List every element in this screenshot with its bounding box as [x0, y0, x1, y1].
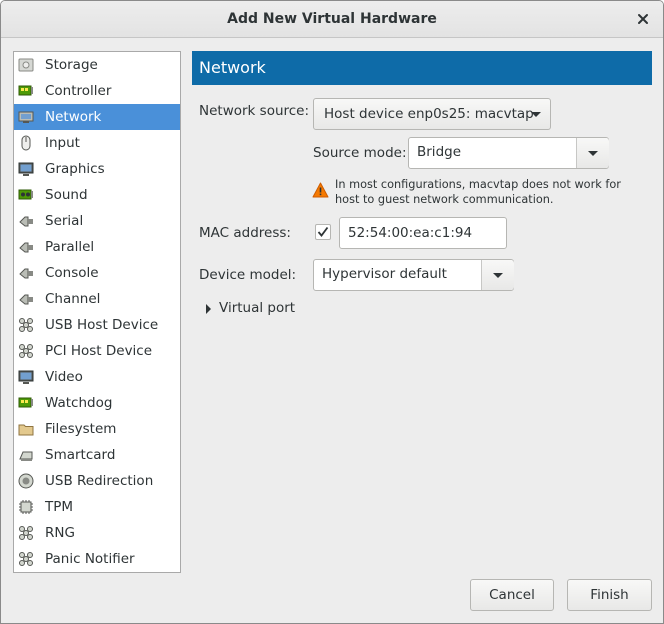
pci-device-icon: [19, 344, 33, 358]
network-source-dropdown[interactable]: Host device enp0s25: macvtap: [313, 98, 551, 130]
video-monitor-icon: [18, 370, 34, 384]
sidebar-item-label: Watchdog: [45, 395, 113, 411]
sidebar-item-rng[interactable]: RNG: [14, 520, 180, 546]
source-mode-dropdown-button[interactable]: [577, 138, 609, 168]
virtual-port-expander[interactable]: Virtual port: [205, 300, 305, 318]
channel-port-icon: [19, 294, 33, 305]
sidebar-item-usb-host-device[interactable]: USB Host Device: [14, 312, 180, 338]
sidebar-item-input[interactable]: Input: [14, 130, 180, 156]
sidebar-item-network[interactable]: Network: [14, 104, 180, 130]
source-mode-value: Bridge: [417, 144, 462, 160]
sidebar-item-label: Channel: [45, 291, 101, 307]
network-source-value: Host device enp0s25: macvtap: [324, 106, 534, 122]
chevron-down-icon: [531, 112, 541, 117]
smartcard-reader-icon: [19, 451, 33, 461]
console-port-icon: [19, 268, 33, 279]
panic-notifier-icon: [19, 552, 33, 566]
sidebar-item-label: Storage: [45, 57, 98, 73]
usb-device-icon: [19, 318, 33, 332]
mac-address-input[interactable]: 52:54:00:ea:c1:94: [339, 217, 507, 249]
device-model-value: Hypervisor default: [322, 266, 447, 282]
panel-title: Network: [199, 58, 266, 77]
macvtap-warning-text: In most configurations, macvtap does not…: [335, 178, 621, 206]
sidebar-item-label: USB Redirection: [45, 473, 154, 489]
sidebar-item-label: RNG: [45, 525, 75, 541]
sidebar-item-graphics[interactable]: Graphics: [14, 156, 180, 182]
mac-address-label: MAC address:: [199, 225, 291, 241]
sidebar-item-controller[interactable]: Controller: [14, 78, 180, 104]
usb-redirection-icon: [18, 473, 34, 489]
warning-icon: [312, 182, 329, 198]
hardware-type-list[interactable]: Storage Controller Network Input Graphic…: [13, 51, 181, 573]
virtual-port-label: Virtual port: [219, 300, 296, 316]
mouse-icon: [21, 135, 31, 151]
sidebar-item-label: USB Host Device: [45, 317, 159, 333]
serial-port-icon: [19, 216, 33, 227]
sidebar-item-label: Smartcard: [45, 447, 116, 463]
chevron-down-icon: [588, 151, 598, 156]
source-mode-combo[interactable]: Bridge: [408, 137, 609, 169]
dialog-title: Add New Virtual Hardware: [227, 11, 437, 27]
sidebar-item-usb-redirection[interactable]: USB Redirection: [14, 468, 180, 494]
sidebar-item-label: PCI Host Device: [45, 343, 153, 359]
device-model-dropdown-button[interactable]: [482, 260, 514, 290]
close-icon: [638, 14, 648, 24]
panel-header: Network: [192, 51, 652, 85]
sidebar-item-pci-host-device[interactable]: PCI Host Device: [14, 338, 180, 364]
parallel-port-icon: [19, 242, 33, 253]
finish-button[interactable]: Finish: [567, 579, 652, 611]
sidebar-item-label: Parallel: [45, 239, 95, 255]
network-source-label: Network source:: [199, 103, 310, 119]
monitor-icon: [18, 162, 34, 176]
sidebar-item-parallel[interactable]: Parallel: [14, 234, 180, 260]
sidebar-item-label: Serial: [45, 213, 84, 229]
sound-card-icon: [18, 189, 33, 200]
mac-address-value: 52:54:00:ea:c1:94: [348, 225, 473, 241]
network-icon: [18, 111, 34, 123]
mac-address-checkbox[interactable]: [315, 224, 331, 240]
storage-icon: [18, 58, 34, 72]
sidebar-item-console[interactable]: Console: [14, 260, 180, 286]
sidebar-item-filesystem[interactable]: Filesystem: [14, 416, 180, 442]
title-bar: Add New Virtual Hardware: [1, 1, 663, 38]
dialog-window: Add New Virtual Hardware Storage Control…: [0, 0, 664, 624]
sidebar-item-label: Video: [45, 369, 83, 385]
cancel-button[interactable]: Cancel: [470, 579, 554, 611]
sidebar-item-panic-notifier[interactable]: Panic Notifier: [14, 546, 180, 572]
sidebar-item-label: Filesystem: [45, 421, 117, 437]
rng-device-icon: [19, 526, 33, 540]
sidebar-item-smartcard[interactable]: Smartcard: [14, 442, 180, 468]
sidebar-item-channel[interactable]: Channel: [14, 286, 180, 312]
sidebar-item-sound[interactable]: Sound: [14, 182, 180, 208]
sidebar-item-label: Console: [45, 265, 99, 281]
sidebar-item-label: Sound: [45, 187, 88, 203]
folder-icon: [18, 424, 34, 436]
tpm-chip-icon: [19, 500, 33, 514]
sidebar-item-label: Graphics: [45, 161, 105, 177]
close-button[interactable]: [633, 9, 653, 29]
sidebar-item-watchdog[interactable]: Watchdog: [14, 390, 180, 416]
sidebar-item-label: Input: [45, 135, 80, 151]
source-mode-label: Source mode:: [313, 145, 407, 161]
sidebar-item-label: TPM: [45, 499, 74, 515]
device-model-combo[interactable]: Hypervisor default: [313, 259, 514, 291]
controller-icon: [18, 85, 33, 96]
sidebar-item-storage[interactable]: Storage: [14, 52, 180, 78]
sidebar-item-label: Panic Notifier: [45, 551, 135, 567]
sidebar-item-video[interactable]: Video: [14, 364, 180, 390]
sidebar-item-serial[interactable]: Serial: [14, 208, 180, 234]
sidebar-item-label: Network: [45, 109, 102, 125]
watchdog-card-icon: [18, 397, 33, 408]
chevron-right-icon: [206, 304, 211, 314]
sidebar-item-tpm[interactable]: TPM: [14, 494, 180, 520]
chevron-down-icon: [493, 273, 503, 278]
device-model-label: Device model:: [199, 267, 297, 283]
checkmark-icon: [317, 226, 329, 237]
sidebar-item-label: Controller: [45, 83, 112, 99]
